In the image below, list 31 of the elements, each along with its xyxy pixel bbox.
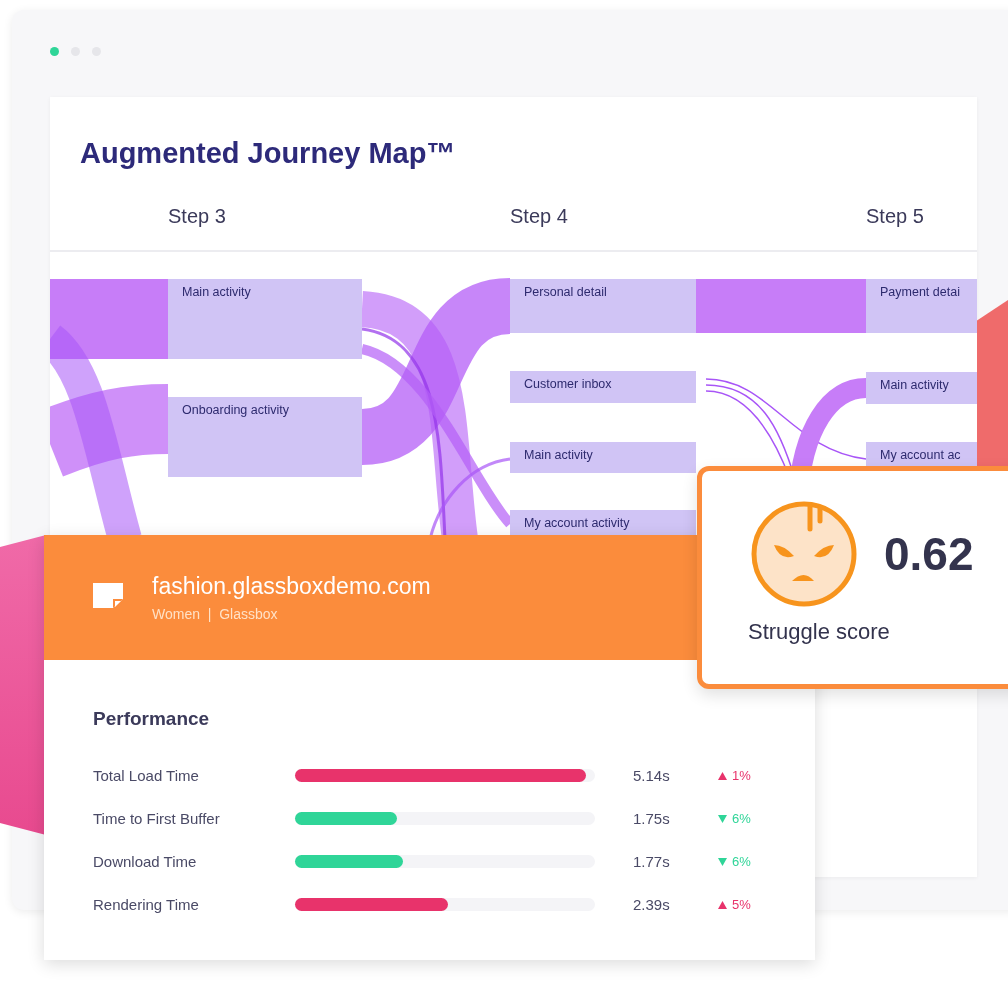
metric-change: 1% xyxy=(732,768,751,783)
metric-value: 2.39s xyxy=(633,896,671,913)
metric-change: 6% xyxy=(732,854,751,869)
journey-node[interactable]: Onboarding activity xyxy=(168,397,362,477)
metric-value: 1.77s xyxy=(633,853,671,870)
metric-label: Rendering Time xyxy=(93,896,200,913)
journey-node[interactable]: Customer inbox xyxy=(510,371,696,403)
journey-node[interactable]: My account ac xyxy=(866,442,977,466)
metric-value: 1.75s xyxy=(633,810,671,827)
struggle-label: Struggle score xyxy=(748,619,891,645)
journey-node[interactable]: Main activity xyxy=(168,279,362,359)
metric-change: 6% xyxy=(732,811,751,826)
panel-title: Augmented Journey Map™ xyxy=(79,136,457,171)
metric-label: Total Load Time xyxy=(93,767,200,784)
struggle-score: 0.62 xyxy=(884,527,974,581)
pager-dot[interactable] xyxy=(50,47,59,56)
journey-node[interactable]: Payment detai xyxy=(866,279,977,333)
journey-node[interactable]: Main activity xyxy=(510,442,696,473)
metric-change: 5% xyxy=(732,897,751,912)
step-header: Step 5 xyxy=(866,205,924,228)
metric-label: Time to First Buffer xyxy=(93,810,221,827)
journey-node[interactable]: Main activity xyxy=(866,372,977,404)
metric-value: 5.14s xyxy=(633,767,671,784)
step-header: Step 4 xyxy=(510,205,568,228)
journey-node[interactable]: Personal detail xyxy=(510,279,696,333)
site-subtitle: Women | Glassbox xyxy=(152,606,279,622)
metric-label: Download Time xyxy=(93,853,198,870)
section-title: Performance xyxy=(93,708,211,730)
site-title: fashion.glassboxdemo.com xyxy=(152,573,431,600)
journey-node[interactable]: My account activity xyxy=(510,510,696,537)
step-header: Step 3 xyxy=(168,205,226,228)
